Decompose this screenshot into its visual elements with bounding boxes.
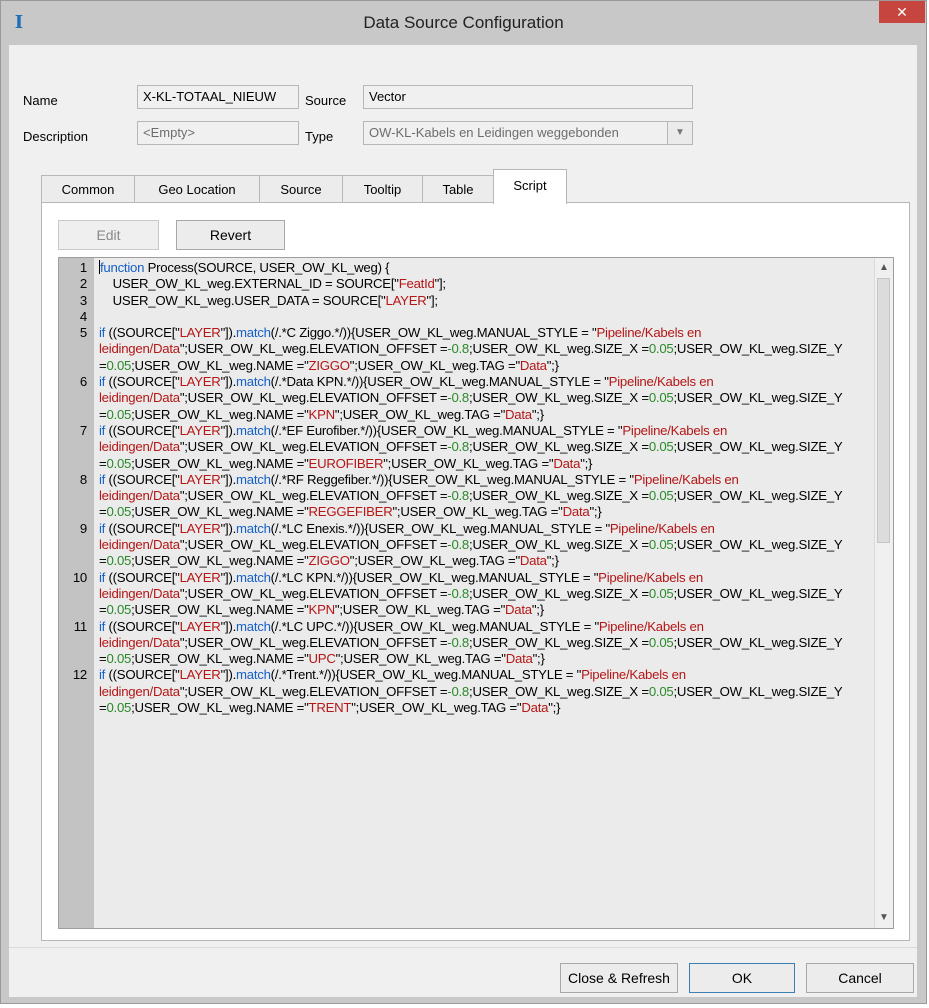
code-line: 5 if ((SOURCE["LAYER"]).match(/.*C Ziggo.… <box>59 325 875 374</box>
dialog-client-area: Name X-KL-TOTAAL_NIEUW Source Vector Des… <box>9 45 917 997</box>
dialog-window: I Data Source Configuration ✕ Name X-KL-… <box>0 0 927 1004</box>
cancel-button[interactable]: Cancel <box>806 963 914 993</box>
code-line-text: if ((SOURCE["LAYER"]).match(/.*EF Eurofi… <box>99 422 846 471</box>
code-area[interactable]: 1 function Process(SOURCE, USER_OW_KL_weg… <box>59 260 875 716</box>
line-number: 7 <box>79 422 87 438</box>
code-line-text: if ((SOURCE["LAYER"]).match(/.*LC KPN.*/… <box>99 569 846 618</box>
line-number: 12 <box>72 667 87 683</box>
vertical-scrollbar[interactable]: ▲ ▼ <box>874 258 893 928</box>
line-number: 3 <box>79 292 87 308</box>
tab-table[interactable]: Table <box>422 175 494 203</box>
code-line: 3 USER_OW_KL_weg.USER_DATA = SOURCE["LAY… <box>59 293 875 309</box>
scroll-down-icon[interactable]: ▼ <box>875 910 893 926</box>
code-line-text: if ((SOURCE["LAYER"]).match(/.*LC UPC.*/… <box>99 618 846 667</box>
code-line: 8 if ((SOURCE["LAYER"]).match(/.*RF Regge… <box>59 472 875 521</box>
type-select-value: OW-KL-Kabels en Leidingen weggebonden <box>369 125 619 140</box>
line-number: 1 <box>79 260 87 275</box>
tab-source[interactable]: Source <box>259 175 343 203</box>
close-button[interactable]: ✕ <box>879 1 925 23</box>
code-line: 2 USER_OW_KL_weg.EXTERNAL_ID = SOURCE["F… <box>59 276 875 292</box>
line-number: 8 <box>79 471 87 487</box>
code-line-text: function Process(SOURCE, USER_OW_KL_weg)… <box>99 260 390 275</box>
script-editor[interactable]: 1 function Process(SOURCE, USER_OW_KL_weg… <box>58 257 894 929</box>
script-tab-panel: Edit Revert 1 function Process(SOURCE, US… <box>41 202 910 941</box>
code-line-text: if ((SOURCE["LAYER"]).match(/.*Trent.*/)… <box>99 667 846 716</box>
chevron-down-icon[interactable]: ▼ <box>667 122 692 144</box>
line-number: 10 <box>72 569 87 585</box>
edit-button[interactable]: Edit <box>58 220 159 250</box>
code-line: 12 if ((SOURCE["LAYER"]).match(/.*Trent.*… <box>59 667 875 716</box>
source-field[interactable]: Vector <box>363 85 693 109</box>
code-line: 9 if ((SOURCE["LAYER"]).match(/.*LC Enexi… <box>59 521 875 570</box>
line-number: 4 <box>79 308 87 324</box>
title-bar[interactable]: I Data Source Configuration ✕ <box>1 1 926 45</box>
code-line-text: if ((SOURCE["LAYER"]).match(/.*RF Reggef… <box>99 471 846 520</box>
tab-tooltip[interactable]: Tooltip <box>342 175 423 203</box>
line-number: 2 <box>79 276 87 292</box>
line-number: 6 <box>79 374 87 390</box>
source-label: Source <box>305 93 347 108</box>
name-field[interactable]: X-KL-TOTAAL_NIEUW <box>137 85 299 109</box>
scroll-up-icon[interactable]: ▲ <box>875 260 893 276</box>
code-line-text: if ((SOURCE["LAYER"]).match(/.*C Ziggo.*… <box>99 325 846 373</box>
ok-button[interactable]: OK <box>689 963 795 993</box>
type-label: Type <box>305 129 334 144</box>
window-title: Data Source Configuration <box>363 13 564 32</box>
code-line-text: USER_OW_KL_weg.EXTERNAL_ID = SOURCE["Fea… <box>99 276 446 292</box>
code-line-text: if ((SOURCE["LAYER"]).match(/.*LC Enexis… <box>99 520 846 569</box>
code-line: 11 if ((SOURCE["LAYER"]).match(/.*LC UPC.… <box>59 619 875 668</box>
description-label: Description <box>23 129 89 144</box>
code-line-text: USER_OW_KL_weg.USER_DATA = SOURCE["LAYER… <box>99 292 438 308</box>
line-number: 9 <box>79 520 87 536</box>
revert-button[interactable]: Revert <box>176 220 285 250</box>
tab-common[interactable]: Common <box>41 175 135 203</box>
scrollbar-thumb[interactable] <box>877 278 890 543</box>
code-line: 1 function Process(SOURCE, USER_OW_KL_weg… <box>59 260 875 276</box>
line-number: 5 <box>79 325 87 341</box>
type-select[interactable]: OW-KL-Kabels en Leidingen weggebonden ▼ <box>363 121 693 145</box>
name-label: Name <box>23 93 58 108</box>
code-line: 4 <box>59 309 875 325</box>
code-line: 6 if ((SOURCE["LAYER"]).match(/.*Data KPN… <box>59 374 875 423</box>
code-line: 10 if ((SOURCE["LAYER"]).match(/.*LC KPN.… <box>59 570 875 619</box>
tab-script[interactable]: Script <box>493 169 567 204</box>
description-field[interactable]: <Empty> <box>137 121 299 145</box>
footer-separator <box>9 947 917 948</box>
code-line-text: if ((SOURCE["LAYER"]).match(/.*Data KPN.… <box>99 374 846 422</box>
code-line: 7 if ((SOURCE["LAYER"]).match(/.*EF Eurof… <box>59 423 875 472</box>
close-refresh-button[interactable]: Close & Refresh <box>560 963 678 993</box>
line-number: 11 <box>73 618 87 634</box>
tab-geo-location[interactable]: Geo Location <box>134 175 260 203</box>
